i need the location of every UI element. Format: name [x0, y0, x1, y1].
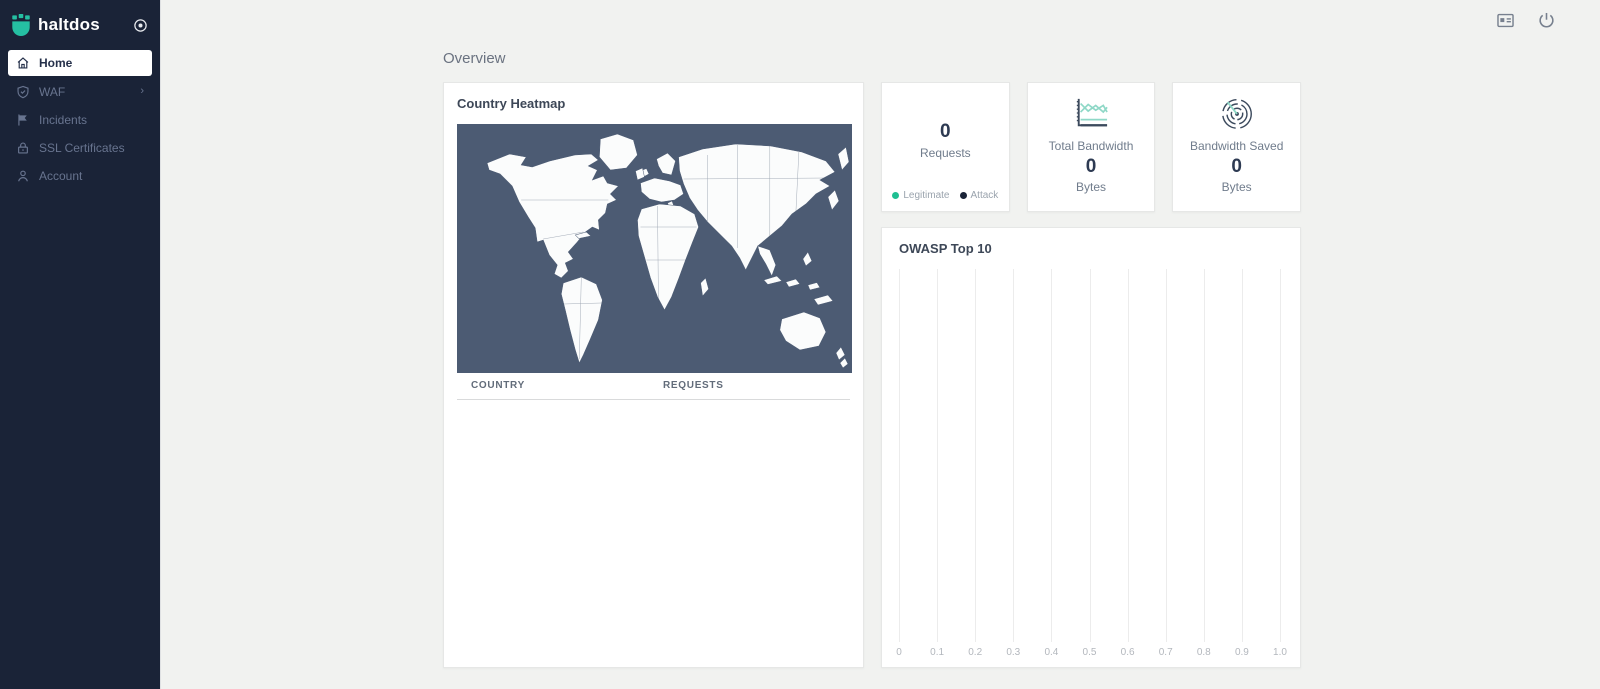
sidebar-item-label: Home: [39, 56, 72, 70]
haltdos-logo-icon: [10, 14, 32, 36]
country-table-header: COUNTRY REQUESTS: [457, 373, 850, 400]
gridline: [1090, 269, 1091, 642]
bandwidth-saved-label: Bandwidth Saved: [1190, 139, 1283, 153]
gridline: [937, 269, 938, 642]
content: Overview Country Heatmap: [161, 40, 1600, 668]
total-bandwidth-stat-card: Total Bandwidth 0 Bytes: [1027, 82, 1156, 212]
legend-item-legitimate: Legitimate: [892, 190, 949, 201]
user-icon: [16, 169, 30, 183]
x-tick-label: 0.7: [1159, 647, 1173, 658]
requests-label: Requests: [920, 146, 971, 160]
owasp-card-title: OWASP Top 10: [899, 241, 1280, 256]
sidebar-item-incidents[interactable]: Incidents: [8, 106, 152, 133]
owasp-top10-card: OWASP Top 10 0 0.1 0.2 0.3 0.4 0.5 0.6 0.7 0.8 0.…: [881, 227, 1301, 668]
world-map[interactable]: [457, 124, 852, 373]
x-tick-label: 0.8: [1197, 647, 1211, 658]
sidebar: haltdos Home: [0, 0, 161, 689]
area-chart-icon: [1071, 95, 1111, 131]
sidebar-item-ssl-certificates[interactable]: SSL Certificates: [8, 134, 152, 161]
radar-icon: [1218, 95, 1256, 131]
sidebar-item-waf[interactable]: WAF ›: [8, 78, 152, 105]
legend-label: Attack: [971, 190, 999, 201]
sidebar-toggle-icon[interactable]: [133, 18, 148, 33]
requests-stat-card: 0 Requests Legitimate Attack: [881, 82, 1010, 212]
gridline: [1013, 269, 1014, 642]
gridline: [1166, 269, 1167, 642]
total-bandwidth-label: Total Bandwidth: [1049, 139, 1134, 153]
sidebar-item-label: Incidents: [39, 113, 87, 127]
sidebar-item-label: Account: [39, 169, 82, 183]
flag-icon: [16, 113, 30, 127]
sidebar-item-home[interactable]: Home: [8, 50, 152, 76]
contact-card-icon[interactable]: [1496, 11, 1515, 30]
sidebar-item-account[interactable]: Account: [8, 162, 152, 189]
gridline: [1280, 269, 1281, 642]
x-tick-label: 0.4: [1044, 647, 1058, 658]
gridline: [975, 269, 976, 642]
power-icon[interactable]: [1537, 11, 1556, 30]
gridline: [1204, 269, 1205, 642]
legend-label: Legitimate: [903, 190, 949, 201]
owasp-chart-plot[interactable]: [899, 269, 1280, 642]
x-tick-label: 0.2: [968, 647, 982, 658]
bandwidth-saved-value: 0: [1231, 156, 1242, 178]
gridline: [1051, 269, 1052, 642]
page-title: Overview: [443, 50, 1600, 67]
attack-dot-icon: [960, 192, 967, 199]
x-tick-label: 0: [896, 647, 902, 658]
shield-check-icon: [16, 85, 30, 99]
legitimate-dot-icon: [892, 192, 899, 199]
requests-legend: Legitimate Attack: [882, 190, 1009, 201]
main-area: Overview Country Heatmap: [161, 0, 1600, 689]
sidebar-item-label: SSL Certificates: [39, 141, 125, 155]
sidebar-nav: Home WAF › Incidents: [0, 50, 160, 189]
gridline: [1242, 269, 1243, 642]
requests-value: 0: [940, 121, 951, 143]
app-title: haltdos: [38, 15, 100, 35]
total-bandwidth-unit: Bytes: [1076, 180, 1106, 194]
gridline: [899, 269, 900, 642]
x-tick-label: 0.9: [1235, 647, 1249, 658]
x-tick-label: 0.6: [1121, 647, 1135, 658]
logo-row: haltdos: [0, 0, 160, 40]
bandwidth-saved-unit: Bytes: [1222, 180, 1252, 194]
lock-icon: [16, 141, 30, 155]
topbar: [161, 0, 1600, 40]
chevron-right-icon: ›: [140, 86, 144, 97]
x-tick-label: 0.3: [1006, 647, 1020, 658]
gridline: [1128, 269, 1129, 642]
legend-item-attack: Attack: [960, 190, 999, 201]
x-tick-label: 1.0: [1273, 647, 1287, 658]
country-heatmap-card: Country Heatmap: [443, 82, 864, 668]
owasp-chart-xaxis: 00.10.20.30.40.50.60.70.80.91.0: [899, 642, 1280, 664]
sidebar-item-label: WAF: [39, 85, 65, 99]
x-tick-label: 0.1: [930, 647, 944, 658]
total-bandwidth-value: 0: [1086, 156, 1097, 178]
bandwidth-saved-stat-card: Bandwidth Saved 0 Bytes: [1172, 82, 1301, 212]
requests-column-header: REQUESTS: [663, 380, 850, 391]
country-column-header: COUNTRY: [471, 380, 663, 391]
home-icon: [16, 56, 30, 70]
x-tick-label: 0.5: [1083, 647, 1097, 658]
heatmap-card-title: Country Heatmap: [457, 96, 850, 111]
